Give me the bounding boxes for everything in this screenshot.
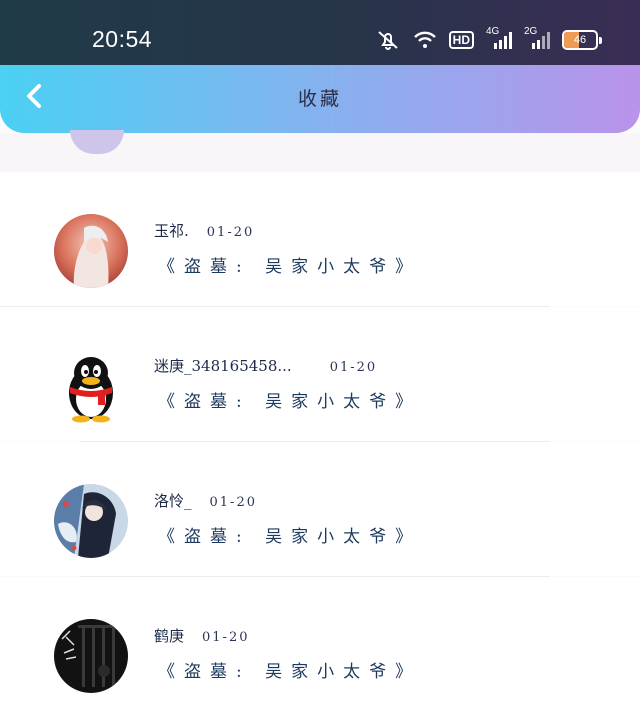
user-name: 洛怜_	[154, 492, 192, 510]
battery-level: 46	[573, 34, 587, 46]
hd-icon: HD	[448, 31, 474, 49]
favorite-meta: 迷庚_348165458... 01-20	[154, 355, 377, 376]
mute-bell-icon	[375, 29, 401, 51]
signal-4g-icon: 4G	[486, 26, 512, 50]
status-icons: HD 4G 2G 46	[375, 26, 602, 51]
header-bar: 收藏	[0, 65, 640, 133]
user-name: 迷庚_348165458...	[154, 357, 292, 375]
favorite-meta: 洛怜_ 01-20	[154, 490, 257, 511]
avatar	[54, 349, 128, 423]
page-title: 收藏	[297, 88, 342, 110]
avatar	[54, 619, 128, 693]
favorite-meta: 玉祁. 01-20	[154, 220, 254, 241]
avatar	[54, 484, 128, 558]
favorite-date: 01-20	[202, 630, 250, 645]
signal-2g-icon: 2G	[524, 26, 550, 50]
list-item[interactable]: 玉祁. 01-20 《盗墓: 吴家小太爷》	[0, 172, 640, 306]
favorite-meta: 鹤庚 01-20	[154, 625, 250, 646]
status-time: 20:54	[92, 26, 153, 52]
book-title: 《盗墓: 吴家小太爷》	[158, 662, 422, 682]
list-item[interactable]: 迷庚_348165458... 01-20 《盗墓: 吴家小太爷》	[0, 307, 640, 441]
book-title: 《盗墓: 吴家小太爷》	[158, 257, 422, 277]
user-name: 鹤庚	[154, 627, 185, 645]
favorite-date: 01-20	[206, 225, 255, 240]
user-name: 玉祁.	[154, 222, 189, 240]
favorite-date: 01-20	[209, 495, 257, 510]
penguin-avatar-icon	[69, 357, 113, 423]
list-item[interactable]: 洛怜_ 01-20 《盗墓: 吴家小太爷》	[0, 442, 640, 576]
book-title: 《盗墓: 吴家小太爷》	[158, 392, 422, 412]
battery-icon: 46	[562, 30, 602, 50]
avatar	[54, 214, 128, 288]
list-item[interactable]: 鹤庚 01-20 《盗墓: 吴家小太爷》	[0, 577, 640, 709]
wifi-icon	[413, 31, 437, 49]
book-title: 《盗墓: 吴家小太爷》	[158, 527, 422, 547]
favorite-date: 01-20	[329, 360, 378, 375]
